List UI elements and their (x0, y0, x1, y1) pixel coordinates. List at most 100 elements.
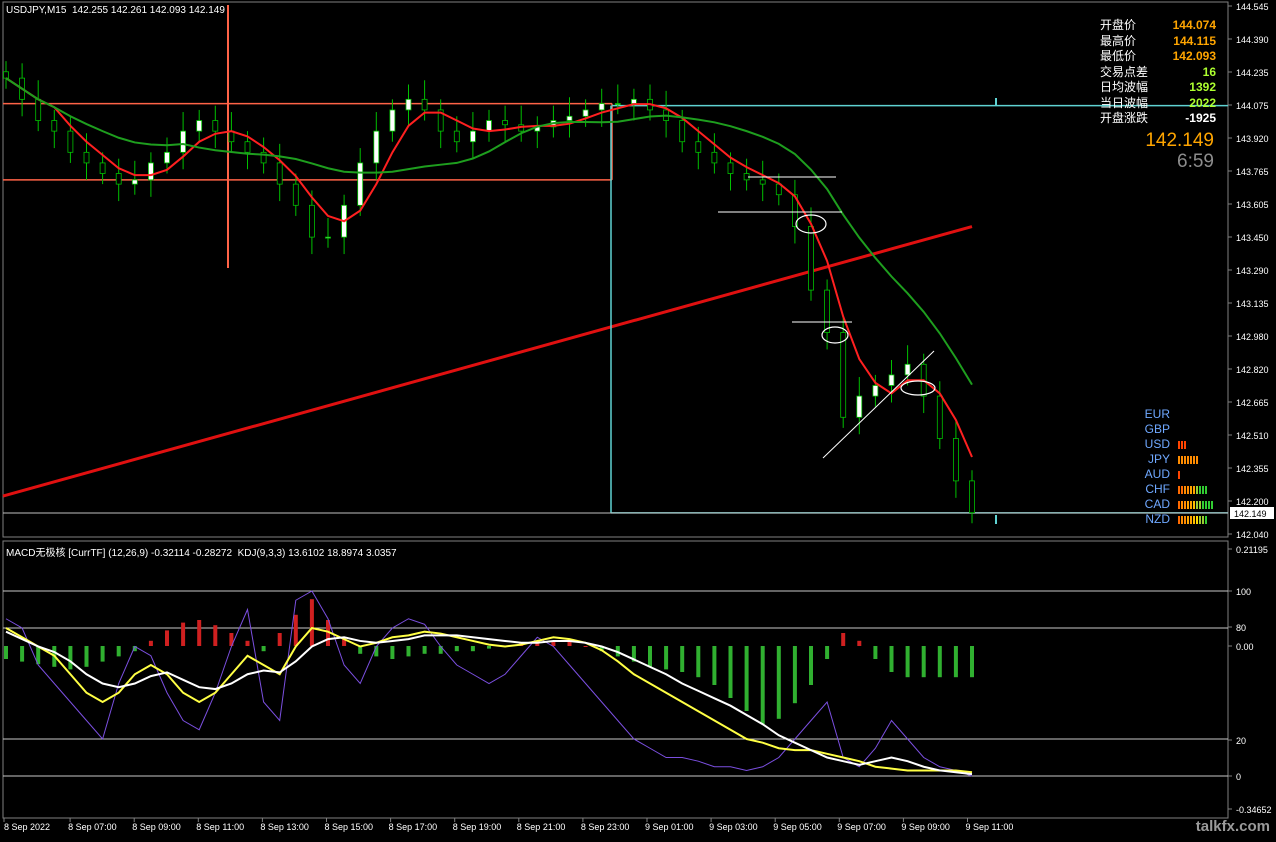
macd-bar (116, 646, 121, 657)
indicator-tick-label: 0.21195 (1236, 545, 1268, 555)
hud-row-value: 144.115 (1173, 33, 1216, 48)
macd-bar (680, 646, 685, 672)
candle-body (936, 395, 943, 439)
candle-body (969, 480, 975, 514)
macd-bar (245, 640, 250, 646)
currency-row: AUD (1128, 467, 1213, 482)
macd-bar (197, 620, 202, 646)
macd-bar (664, 646, 669, 670)
chart-stage[interactable]: 144.545 144.390 144.235 144.075 143.920 143.7… (0, 0, 1276, 837)
macd-bar (422, 646, 427, 654)
candle-body (502, 120, 509, 126)
macd-bar (760, 646, 765, 724)
candle-body (856, 395, 863, 418)
indicator-tick-label: -0.34652 (1236, 805, 1272, 815)
price-tick-label: 144.235 (1236, 68, 1269, 78)
price-tick-label: 143.290 (1236, 266, 1269, 276)
time-tick-label: 9 Sep 01:00 (645, 822, 694, 832)
strength-bar (1211, 500, 1213, 509)
indicator-title: MACD无极核 [CurrTF] (12,26,9) -0.32114 -0.2… (6, 548, 397, 559)
strength-bar (1199, 485, 1201, 494)
strength-bar (1205, 485, 1207, 494)
macd-bar (873, 646, 878, 659)
price-tick-label: 142.665 (1236, 398, 1269, 408)
strength-bar (1190, 515, 1192, 524)
macd-bar (809, 646, 813, 685)
candle-body (953, 438, 959, 482)
hud-row-label: 最高价 (1100, 33, 1137, 48)
macd-bar (293, 614, 298, 646)
hud-row-label: 最低价 (1100, 49, 1137, 63)
time-tick-label: 8 Sep 21:00 (517, 822, 566, 832)
candle-body (808, 226, 814, 291)
macd-bar (454, 646, 459, 652)
time-tick-label: 9 Sep 05:00 (773, 822, 822, 832)
price-tick-label: 143.920 (1236, 134, 1269, 144)
candle-body (115, 173, 122, 185)
candle-body (904, 363, 911, 376)
strength-bar (1196, 500, 1198, 509)
candle-body (759, 179, 766, 185)
candle-body (711, 151, 718, 164)
hud-row: 日均波幅 1392 (1100, 80, 1216, 96)
strength-bar (1196, 455, 1198, 464)
strength-bar (1187, 500, 1189, 509)
currency-strength-meter: EUR GBP USD JPY AUD CHF CAD NZD (1128, 407, 1213, 527)
indicator-tick-label: 80 (1236, 623, 1246, 633)
hud-row-value: 142.093 (1172, 49, 1216, 63)
strength-bar (1190, 485, 1192, 494)
time-tick-label: 8 Sep 11:00 (196, 822, 244, 832)
candle-body (276, 162, 283, 185)
strength-bar (1184, 500, 1186, 509)
strength-bar (1178, 440, 1180, 449)
candle-body (373, 130, 380, 164)
strength-bar (1202, 515, 1204, 524)
strength-bar (1181, 440, 1183, 449)
candle-body (212, 120, 219, 132)
hud-row: 最高价 144.115 (1100, 34, 1216, 50)
candle-body (51, 120, 58, 132)
strength-bar (1193, 515, 1195, 524)
time-tick-label: 8 Sep 15:00 (325, 822, 374, 832)
candle-body (888, 374, 895, 386)
strength-bar (1202, 485, 1204, 494)
strength-bar (1193, 455, 1195, 464)
macd-bar (905, 646, 910, 678)
strength-bar (1193, 485, 1195, 494)
current-price-tag-label: 142.149 (1234, 509, 1267, 519)
strength-bar (1187, 455, 1189, 464)
symbol-info-line: USDJPY,M15 142.255 142.261 142.093 142.1… (6, 5, 225, 16)
candle-body (469, 130, 476, 143)
hud-row-value: -1925 (1185, 111, 1216, 125)
macd-bar (309, 599, 314, 646)
strength-bar (1184, 485, 1186, 494)
strength-bars (1178, 485, 1207, 494)
currency-name: EUR (1144, 407, 1170, 421)
candle-body (405, 98, 412, 111)
hud-row-value: 144.074 (1172, 18, 1216, 32)
macd-bar (84, 646, 89, 667)
macd-bar (889, 646, 894, 672)
price-tick-label: 142.200 (1236, 497, 1269, 507)
macd-bar (728, 646, 733, 698)
macd-bar (776, 646, 781, 719)
hud-row: 开盘价 144.074 (1100, 18, 1216, 34)
candle-body (244, 141, 251, 153)
strength-bar (1184, 515, 1186, 524)
strength-bar (1178, 515, 1180, 524)
strength-bar (1181, 455, 1183, 464)
candle-body (3, 71, 9, 79)
strength-bar (1205, 500, 1207, 509)
strength-bar (1178, 455, 1180, 464)
strength-bar (1208, 500, 1210, 509)
macd-bar (4, 646, 8, 659)
macd-bar (648, 646, 652, 667)
strength-bar (1199, 500, 1201, 509)
macd-bar (100, 646, 105, 662)
indicator-tick-label: 0 (1236, 772, 1241, 782)
strength-bar (1184, 440, 1186, 449)
currency-row: JPY (1128, 452, 1213, 467)
candle-body (196, 120, 203, 132)
chart-canvas[interactable]: 144.545 144.390 144.235 144.075 143.920 143.7… (0, 0, 1276, 837)
price-tick-label: 143.605 (1236, 200, 1269, 210)
